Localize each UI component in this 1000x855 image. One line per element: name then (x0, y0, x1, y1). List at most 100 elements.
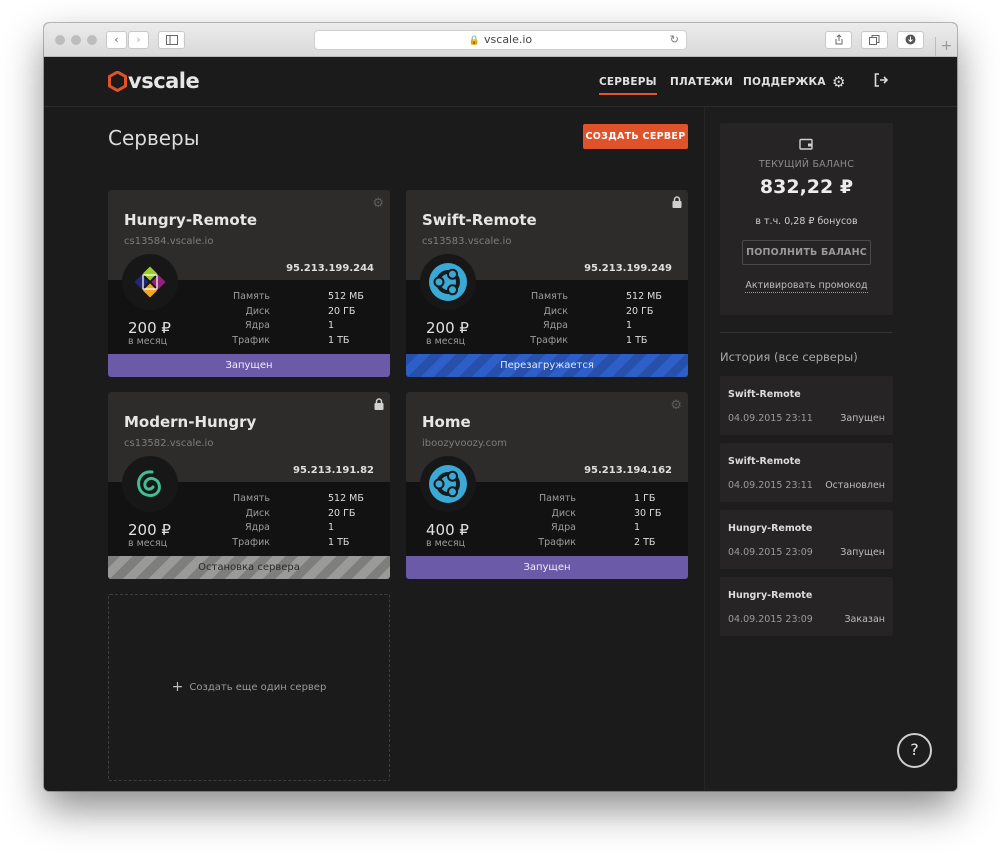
server-price: 200 ₽ (128, 319, 171, 337)
nav-support[interactable]: ПОДДЕРЖКА (743, 76, 826, 88)
gear-icon[interactable]: ⚙ (832, 73, 845, 91)
reload-icon[interactable]: ↻ (670, 31, 679, 49)
add-server-card[interactable]: + Создать еще один сервер (108, 594, 390, 781)
history-item: Hungry-Remote 04.09.2015 23:09 Запущен (720, 510, 893, 569)
spec-label: Ядра (244, 320, 270, 331)
nav-servers[interactable]: СЕРВЕРЫ (599, 76, 657, 95)
gear-icon[interactable]: ⚙ (670, 398, 682, 413)
spec-label: Диск (551, 507, 576, 519)
spec-value: 1 (328, 320, 335, 331)
back-button[interactable]: ‹ (106, 31, 127, 49)
sidebar-toggle-button[interactable] (158, 31, 185, 49)
server-name: Swift-Remote (422, 211, 537, 229)
history-time: 04.09.2015 23:11 (728, 413, 813, 424)
spec-label: Память (233, 291, 270, 302)
price-period: в месяц (426, 538, 466, 549)
server-price: 200 ₽ (426, 319, 469, 337)
spec-value: 1 (634, 522, 641, 533)
status-bar: Запущен (108, 354, 390, 377)
server-ip: 95.213.199.249 (584, 263, 672, 274)
vscale-logo[interactable]: vscale (108, 69, 200, 93)
history-time: 04.09.2015 23:09 (728, 614, 813, 625)
browser-window: ‹ › 🔒 vscale.io ↻ + vscale СЕРВЕРЫ ПЛАТЕ… (44, 23, 957, 791)
server-name: Home (422, 413, 471, 431)
centos-icon (122, 254, 178, 310)
topup-balance-button[interactable]: ПОПОЛНИТЬ БАЛАНС (742, 240, 871, 265)
spec-value: 1 ТБ (328, 536, 350, 548)
gear-icon[interactable]: ⚙ (372, 196, 384, 211)
share-icon (835, 34, 842, 45)
spec-label: Диск (245, 507, 270, 519)
server-card[interactable]: Hungry-Remote cs13584.vscale.io ⚙ 95.213… (108, 190, 390, 377)
spec-label: Трафик (530, 334, 568, 346)
spec-label: Память (531, 291, 568, 302)
spec-label: Ядра (542, 320, 568, 331)
spec-value: 1 (328, 522, 335, 533)
history-time: 04.09.2015 23:09 (728, 547, 813, 558)
url-text: vscale.io (484, 33, 533, 46)
ubuntu-icon (420, 254, 476, 310)
nav-payments[interactable]: ПЛАТЕЖИ (670, 76, 733, 88)
history-item: Swift-Remote 04.09.2015 23:11 Запущен (720, 376, 893, 435)
share-button[interactable] (825, 31, 852, 49)
spec-value: 2 ТБ (634, 536, 656, 548)
spec-value: 512 МБ (328, 493, 364, 504)
server-price: 200 ₽ (128, 521, 171, 539)
help-button[interactable]: ? (897, 733, 932, 768)
status-bar: Остановка сервера (108, 556, 390, 579)
history-time: 04.09.2015 23:11 (728, 480, 813, 491)
history-state: Остановлен (825, 480, 885, 491)
bonus-text: в т.ч. 0,28 ₽ бонусов (755, 216, 858, 227)
downloads-button[interactable] (897, 31, 924, 49)
balance-label: ТЕКУЩИЙ БАЛАНС (758, 159, 855, 170)
page-title: Серверы (108, 126, 200, 150)
balance-panel: ТЕКУЩИЙ БАЛАНС 832,22 ₽ в т.ч. 0,28 ₽ бо… (720, 123, 893, 315)
lock-icon: 🔒 (468, 36, 481, 46)
spec-label: Диск (543, 305, 568, 317)
tabs-button[interactable] (861, 31, 888, 49)
history-item: Hungry-Remote 04.09.2015 23:09 Заказан (720, 577, 893, 636)
servers-section: Серверы СОЗДАТЬ СЕРВЕР Hungry-Remote cs1… (44, 107, 704, 791)
spec-label: Трафик (232, 334, 270, 346)
spec-value: 20 ГБ (328, 507, 356, 519)
zoom-window-button[interactable] (87, 35, 97, 45)
history-title: История (все серверы) (720, 350, 858, 364)
site-header: vscale СЕРВЕРЫ ПЛАТЕЖИ ПОДДЕРЖКА ⚙ (44, 57, 957, 107)
server-card[interactable]: Modern-Hungry cs13582.vscale.io 95.213.1… (108, 392, 390, 579)
spec-value: 512 МБ (626, 291, 662, 302)
spec-label: Память (233, 493, 270, 504)
history-state: Запущен (840, 413, 885, 424)
forward-button[interactable]: › (128, 31, 149, 49)
price-period: в месяц (128, 336, 168, 347)
app: vscale СЕРВЕРЫ ПЛАТЕЖИ ПОДДЕРЖКА ⚙ Серве… (44, 57, 957, 791)
server-host: cs13583.vscale.io (422, 236, 512, 247)
download-icon (905, 34, 916, 45)
close-window-button[interactable] (55, 35, 65, 45)
server-ip: 95.213.199.244 (286, 263, 374, 274)
address-bar[interactable]: 🔒 vscale.io ↻ (314, 30, 687, 50)
server-host: cs13582.vscale.io (124, 438, 214, 449)
create-server-button[interactable]: СОЗДАТЬ СЕРВЕР (583, 124, 688, 149)
price-period: в месяц (128, 538, 168, 549)
logo-hexagon-icon (108, 70, 127, 92)
server-ip: 95.213.191.82 (293, 465, 374, 476)
new-tab-button[interactable]: + (935, 37, 957, 57)
divider (720, 332, 892, 333)
spec-value: 1 ГБ (634, 493, 656, 504)
server-card[interactable]: Swift-Remote cs13583.vscale.io 95.213.19… (406, 190, 688, 377)
balance-amount: 832,22 ₽ (759, 176, 854, 198)
lock-icon (374, 398, 384, 414)
spec-label: Трафик (538, 536, 576, 548)
history-state: Запущен (840, 547, 885, 558)
history-server: Hungry-Remote (728, 590, 813, 601)
spec-value: 512 МБ (328, 291, 364, 302)
back-icon: ‹ (114, 33, 119, 46)
server-card[interactable]: Home iboozyvoozy.com ⚙ 95.213.194.162 40… (406, 392, 688, 579)
minimize-window-button[interactable] (71, 35, 81, 45)
history-state: Заказан (844, 614, 885, 625)
lock-icon (672, 196, 682, 212)
spec-value: 20 ГБ (626, 305, 654, 317)
logout-icon[interactable] (874, 73, 889, 91)
activate-promo-link[interactable]: Активировать промокод (745, 280, 868, 293)
server-name: Hungry-Remote (124, 211, 258, 229)
